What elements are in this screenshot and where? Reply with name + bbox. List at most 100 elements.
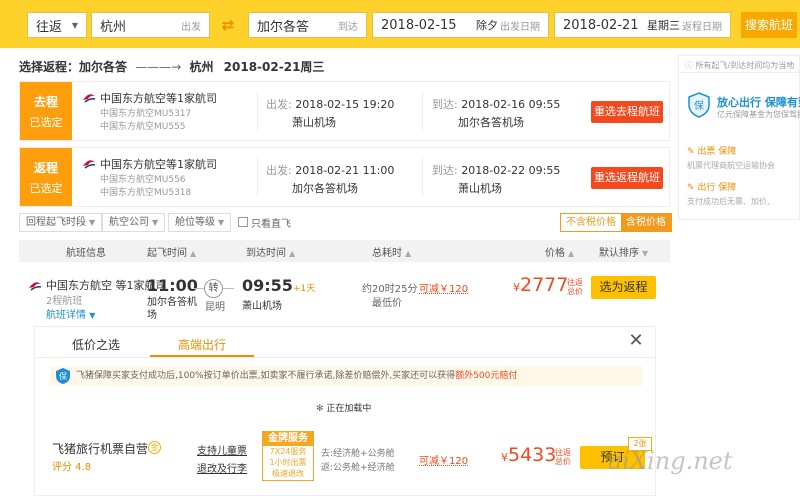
price-note: 往返 总价	[555, 448, 571, 466]
currency-symbol: ¥	[513, 281, 520, 294]
filter-return-time[interactable]: 回程起飞时段 ▼	[19, 213, 103, 232]
dep-time: 2018-02-15 19:20	[295, 98, 395, 111]
discount-badge: 可减￥120	[419, 284, 469, 295]
flight-detail-link[interactable]: 航班详情 ▼	[46, 306, 95, 321]
assurance-panel: ⓘ 所有起飞/到达时间均为当地 保 放心出行 保障有到 亿元保障基金为您保驾护 …	[678, 55, 800, 220]
price-note-line2: 总价	[567, 287, 583, 296]
header-label: 起飞时间	[147, 248, 187, 259]
return-flight2: 中国东方航空MU5318	[100, 188, 192, 198]
depart-date-input[interactable]: 2018-02-15 除夕 出发日期	[372, 12, 549, 38]
divider	[679, 72, 800, 73]
dep-airport: 萧山机场	[292, 116, 336, 129]
svg-text:保: 保	[59, 371, 67, 381]
outbound-tag-title: 去程	[33, 95, 58, 109]
arr-label: 到达:	[432, 98, 458, 111]
transfer-city: 昆明	[205, 302, 225, 313]
notice-text: 飞猪保障买家支付成功后,100%按订单价出票,如卖家不履行承诺,除差价赔偿外,买…	[76, 371, 456, 381]
route-title-dest: 杭州	[189, 60, 214, 74]
price-value: 2777	[520, 274, 569, 296]
vendor-tabs	[34, 326, 656, 358]
page-title: 选择返程：加尔各答 ———→ 杭州 2018-02-21周三	[19, 58, 324, 75]
selected-return-card: 返程 已选定 中国东方航空等1家航司 中国东方航空MU556 中国东方航空MU5…	[19, 147, 670, 207]
header-default-sort[interactable]: 默认排序 ▼	[599, 244, 648, 259]
header-arr-sort[interactable]: 到达时间 ▲	[246, 244, 295, 259]
return-tag: 返程 已选定	[20, 148, 72, 206]
route-arrow: ———→	[135, 60, 182, 74]
arr-time-value: 09:55	[242, 276, 293, 295]
return-airline: 中国东方航空等1家航司 中国东方航空MU556 中国东方航空MU5318	[100, 156, 217, 198]
gold-service-badge: 金牌服务 7X24服务 1小时出票 极速退改	[262, 431, 314, 481]
outbound-arrival: 到达: 2018-02-16 09:55 加尔各答机场	[432, 96, 560, 130]
filter-cabin[interactable]: 舱位等级 ▼	[168, 213, 232, 232]
dep-airport-line2: 场	[147, 310, 157, 321]
loading-indicator: ✻ 正在加载中	[316, 401, 371, 414]
header-price-sort[interactable]: 价格 ▲	[545, 244, 574, 259]
sort-up-icon: ▲	[405, 249, 412, 258]
result-segments: 2程航班	[46, 296, 83, 307]
search-flights-button[interactable]: 搜索航班	[741, 12, 797, 38]
result-duration: 约20时25分	[362, 284, 418, 295]
depart-date-value: 2018-02-15	[381, 17, 457, 33]
gold-service-title: 金牌服务	[263, 432, 313, 446]
reselect-return-button[interactable]: 重选返程航班	[591, 167, 663, 189]
filter-label: 航空公司	[109, 217, 149, 228]
return-tag-title: 返程	[33, 161, 58, 175]
from-city-input[interactable]: 杭州 出发	[91, 12, 210, 38]
result-arr-airport: 萧山机场	[242, 301, 282, 312]
dep-time: 2018-02-21 11:00	[295, 164, 395, 177]
tax-excluded-option[interactable]: 不含税价格	[561, 214, 621, 231]
timezone-note: ⓘ 所有起飞/到达时间均为当地	[685, 60, 794, 71]
assurance-item-title: 出行 保障	[697, 183, 737, 193]
chevron-down-icon: ▼	[89, 218, 96, 227]
vendor-name[interactable]: 飞猪旅行机票自营	[52, 440, 148, 457]
from-city-label: 出发	[181, 21, 201, 33]
filter-airline[interactable]: 航空公司 ▼	[102, 213, 166, 232]
price-note-line2: 总价	[555, 457, 571, 466]
loading-text: 正在加载中	[326, 404, 372, 414]
dep-label: 出发:	[266, 164, 292, 177]
result-dep-time: 11:00	[147, 276, 198, 295]
result-dep-airport: 加尔各答机 场	[147, 296, 197, 322]
edit-icon: ✎	[687, 147, 695, 157]
reselect-outbound-button[interactable]: 重选去程航班	[591, 101, 663, 123]
header-duration-sort[interactable]: 总耗时 ▲	[372, 244, 411, 259]
return-flight1: 中国东方航空MU556	[100, 175, 186, 185]
choose-return-button[interactable]: 选为返程	[591, 276, 656, 299]
return-date-label: 返程日期	[682, 21, 722, 33]
tab-low-price[interactable]: 低价之选	[72, 336, 120, 353]
vendor-rating: 评分 4.8	[52, 462, 92, 473]
gold-line: 1小时出票	[269, 458, 307, 467]
gold-vendor-icon: 金	[148, 441, 161, 454]
active-tab-indicator	[150, 355, 254, 357]
header-label: 到达时间	[246, 248, 286, 259]
result-price: ¥2777	[513, 274, 568, 296]
price-note: 往返 总价	[567, 278, 583, 296]
divider	[422, 158, 423, 196]
to-city-input[interactable]: 加尔各答 到达	[248, 12, 367, 38]
route-title-prefix: 选择返程：加尔各答	[19, 60, 128, 74]
header-flight-info: 航班信息	[66, 248, 106, 259]
dep-airport: 加尔各答机场	[292, 182, 358, 195]
svg-text:保: 保	[694, 99, 704, 112]
divider	[257, 92, 258, 130]
return-date-input[interactable]: 2018-02-21 星期三 返程日期	[554, 12, 731, 38]
child-ticket-link[interactable]: 支持儿童票	[197, 442, 247, 457]
trip-type-value: 往返	[36, 19, 63, 35]
tax-toggle: 不含税价格 含税价格	[560, 213, 672, 232]
tab-premium[interactable]: 高端出行	[178, 336, 226, 353]
close-icon[interactable]: ✕	[626, 331, 646, 351]
outbound-airline: 中国东方航空等1家航司 中国东方航空MU5317 中国东方航空MU555	[100, 90, 217, 132]
chevron-down-icon: ▼	[89, 311, 96, 320]
header-dep-sort[interactable]: 起飞时间 ▲	[147, 244, 196, 259]
return-airline-name: 中国东方航空等1家航司	[100, 158, 217, 171]
direct-only-label: 只看直飞	[251, 219, 291, 230]
refund-baggage-link[interactable]: 退改及行李	[197, 460, 247, 475]
header-label: 价格	[545, 248, 565, 259]
tax-included-option[interactable]: 含税价格	[621, 214, 671, 231]
return-arrival: 到达: 2018-02-22 09:55 萧山机场	[432, 162, 560, 196]
outbound-flight1: 中国东方航空MU5317	[100, 109, 192, 119]
direct-only-checkbox[interactable]	[238, 217, 248, 227]
china-eastern-logo-icon	[83, 160, 96, 169]
trip-type-select[interactable]: 往返 ▼	[27, 12, 87, 38]
swap-icon[interactable]: ⇄	[219, 16, 237, 34]
